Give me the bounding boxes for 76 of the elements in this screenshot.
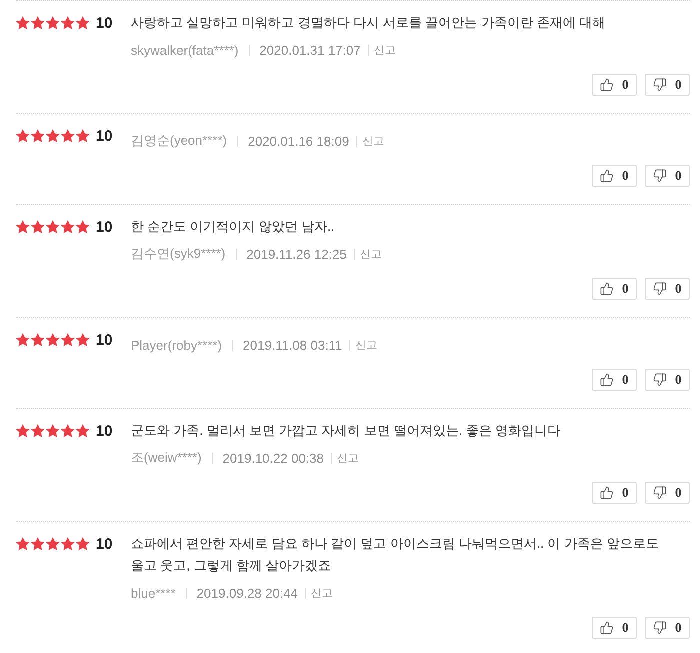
- rating-score: 10: [96, 536, 113, 552]
- star-icon: [76, 424, 90, 438]
- like-button[interactable]: 0: [592, 74, 637, 96]
- star-icon: [16, 129, 30, 143]
- thumbs-down-icon: [653, 78, 668, 92]
- like-button[interactable]: 0: [592, 617, 637, 639]
- star-icon: [31, 16, 45, 30]
- dislike-button[interactable]: 0: [645, 278, 690, 300]
- dislike-button[interactable]: 0: [645, 165, 690, 187]
- star-icon: [76, 333, 90, 347]
- star-icon: [16, 220, 30, 234]
- review-date: 2019.11.08 03:11: [243, 338, 342, 352]
- thumbs-down-icon: [653, 282, 668, 296]
- dislike-button[interactable]: 0: [645, 482, 690, 504]
- star-icon: [31, 537, 45, 551]
- review-text: 사랑하고 실망하고 미워하고 경멸하다 다시 서로를 끌어안는 가족이란 존재에 대해: [131, 14, 607, 32]
- rating-score: 10: [96, 422, 113, 440]
- review-date: 2019.09.28 20:44: [196, 586, 298, 600]
- rating-score: 10: [96, 218, 113, 236]
- star-icon: [31, 220, 45, 234]
- thumbs-up-icon: [600, 78, 614, 92]
- review-text: 한 순간도 이기적이지 않았던 남자..: [131, 218, 336, 236]
- star-icon: [61, 16, 75, 30]
- rating-score: 10: [96, 14, 113, 32]
- star-icon: [61, 129, 75, 143]
- thumbs-up-icon: [600, 282, 614, 296]
- star-icon: [61, 537, 75, 551]
- thumbs-down-icon: [653, 169, 668, 183]
- review-date: 2020.01.16 18:09: [248, 134, 350, 148]
- like-button[interactable]: 0: [592, 165, 637, 187]
- star-icon: [31, 129, 45, 143]
- author-name: skywalker(fata****): [131, 42, 239, 58]
- star-icon: [61, 220, 75, 234]
- thumbs-up-icon: [600, 486, 614, 500]
- rating-score: 10: [96, 128, 113, 144]
- like-button[interactable]: 0: [592, 369, 637, 391]
- star-icon: [46, 220, 60, 234]
- review-text: 쇼파에서 편안한 자세로 담요 하나 같이 덮고 아이스크림 나눠먹으면서.. 이 가족은 앞으로도 울고 웃고, 그렇게 함께 살아가겠죠: [131, 535, 660, 575]
- star-icon: [76, 16, 90, 30]
- review-date: 2019.10.22 00:38: [222, 450, 324, 466]
- author-name: Player(roby****): [131, 338, 222, 352]
- thumbs-up-icon: [600, 621, 614, 635]
- star-icon: [76, 220, 90, 234]
- author-name: blue****: [131, 586, 176, 600]
- star-icon: [76, 537, 90, 551]
- star-icon: [46, 424, 60, 438]
- author-name: 김수연(syk9****): [131, 245, 226, 263]
- rating-score: 10: [96, 332, 113, 348]
- star-icon: [31, 424, 45, 438]
- dislike-button[interactable]: 0: [645, 369, 690, 391]
- star-icon: [16, 333, 30, 347]
- review-date: 2020.01.31 17:07: [260, 42, 361, 58]
- dislike-button[interactable]: 0: [645, 74, 690, 96]
- star-icon: [61, 424, 75, 438]
- thumbs-up-icon: [600, 373, 614, 387]
- star-icon: [46, 129, 60, 143]
- thumbs-up-icon: [600, 169, 614, 183]
- star-icon: [46, 537, 60, 551]
- review-date: 2019.11.26 12:25: [246, 246, 347, 262]
- star-icon: [16, 16, 30, 30]
- dislike-button[interactable]: 0: [645, 617, 690, 639]
- star-icon: [16, 537, 30, 551]
- star-icon: [76, 129, 90, 143]
- thumbs-down-icon: [653, 486, 668, 500]
- thumbs-down-icon: [653, 373, 668, 387]
- star-icon: [16, 424, 30, 438]
- like-button[interactable]: 0: [592, 482, 637, 504]
- star-icon: [61, 333, 75, 347]
- star-icon: [46, 16, 60, 30]
- author-name: 조(weiw****): [131, 449, 202, 467]
- author-name: 김영순(yeon****): [131, 132, 228, 150]
- star-icon: [31, 333, 45, 347]
- review-text: 군도와 가족. 멀리서 보면 가깝고 자세히 보면 떨어져있는. 좋은 영화입니다: [131, 422, 562, 440]
- thumbs-down-icon: [653, 621, 668, 635]
- like-button[interactable]: 0: [592, 278, 637, 300]
- star-icon: [46, 333, 60, 347]
